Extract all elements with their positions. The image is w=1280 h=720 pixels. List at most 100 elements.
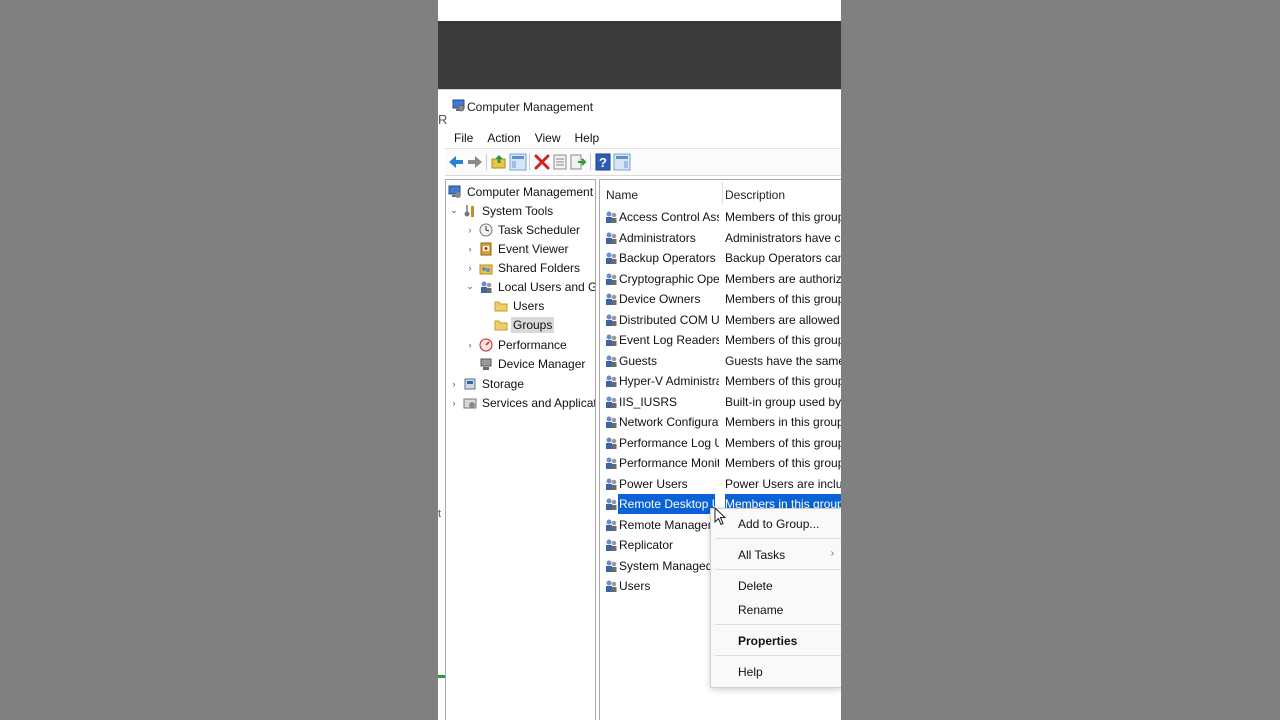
table-row[interactable]: Device Owners Members of this group can [600,289,841,309]
menu-view[interactable]: View [528,128,568,148]
tree-item-system-tools[interactable]: ⌄ System Tools [448,201,555,220]
toolbar-separator [486,154,487,170]
forward-arrow-icon[interactable] [466,153,484,171]
group-name: Users [619,579,651,593]
table-row[interactable]: Hyper-V Administrators Members of this gr… [600,371,841,391]
table-row[interactable]: Cryptographic Operat... Members are autho… [600,269,841,289]
properties-icon[interactable] [551,153,569,171]
table-row[interactable]: Network Configuratio... Members in this g… [600,412,841,432]
column-header-description[interactable]: Description [725,185,785,205]
tree-item-services-and-applications[interactable]: › Services and Applications [448,393,596,412]
action-pane-icon[interactable] [613,153,631,171]
chevron-right-icon[interactable]: › [464,263,476,273]
computer-management-icon [452,99,465,112]
menu-item-delete[interactable]: Delete [738,577,773,595]
tree-label: Local Users and Groups [498,279,595,294]
menu-separator [715,655,841,656]
group-description: Guests have the same acces [725,353,841,368]
chevron-down-icon[interactable]: ⌄ [464,281,476,292]
group-name: Device Owners [619,292,701,306]
chevron-right-icon[interactable]: › [448,379,460,389]
menu-item-help[interactable]: Help [738,663,763,681]
group-name: Distributed COM Users [619,312,719,327]
chevron-right-icon[interactable]: › [464,340,476,350]
chevron-right-icon[interactable]: › [464,225,476,235]
chevron-down-icon[interactable]: ⌄ [448,205,460,216]
group-description: Members of this group can [725,333,841,347]
table-row[interactable]: Administrators Administrators have comple [600,228,841,248]
table-row[interactable]: IIS_IUSRS Built-in group used by Inter [600,392,841,412]
shared-folder-icon [479,264,493,274]
tree-label: Users [513,298,545,313]
menu-help[interactable]: Help [568,128,607,148]
menu-action[interactable]: Action [480,128,527,148]
chevron-right-icon[interactable]: › [448,398,460,408]
title-bar[interactable]: Computer Management [438,90,841,126]
back-arrow-icon[interactable] [447,153,465,171]
table-row[interactable]: Performance Log Users Members of this gro… [600,433,841,453]
chevron-right-icon: › [830,548,834,559]
tree-label: Performance [498,337,567,352]
window-title: Computer Management [467,100,594,114]
group-description: Power Users are included fo [725,476,841,491]
column-divider[interactable] [722,182,723,204]
group-name: Performance Log Users [619,435,719,450]
menu-item-properties[interactable]: Properties [738,632,797,650]
group-description: Members of this group have [725,374,841,388]
table-row[interactable]: Backup Operators Backup Operators can ove… [600,248,841,268]
table-row[interactable]: Distributed COM Users Members are allowed… [600,310,841,330]
tree-item-event-viewer[interactable]: › Event Viewer [464,239,570,258]
event-viewer-icon [480,242,492,255]
tree-item-device-manager[interactable]: Device Manager [479,354,587,373]
chevron-right-icon[interactable]: › [464,244,476,254]
tree-item-groups[interactable]: Groups [494,315,555,334]
delete-icon[interactable] [533,153,551,171]
toolbar-separator [590,154,591,170]
group-name: Hyper-V Administrators [619,374,719,388]
group-icon [606,580,617,592]
tree-item-shared-folders[interactable]: › Shared Folders [464,258,582,277]
tree-item-local-users-and-groups[interactable]: ⌄ Local Users and Groups [464,277,595,296]
services-icon [463,398,477,408]
group-icon [606,416,617,428]
group-icon [606,478,617,490]
tree-item-storage[interactable]: › Storage [448,374,526,393]
group-name: IIS_IUSRS [619,394,678,409]
dark-band [438,21,841,89]
tree-item-computer-management[interactable]: Computer Management (PC-WI [448,182,595,201]
tree-item-task-scheduler[interactable]: › Task Scheduler [464,220,582,239]
group-icon [606,334,617,346]
group-description: Members are authorized to [725,271,841,286]
menu-item-add-to-group[interactable]: Add to Group... [738,515,819,533]
menu-item-rename[interactable]: Rename [738,601,783,619]
table-row[interactable]: Event Log Readers Members of this group c… [600,330,841,350]
column-header-name[interactable]: Name [606,185,638,205]
menu-item-all-tasks[interactable]: All Tasks [738,546,785,564]
table-row[interactable]: Power Users Power Users are included fo [600,474,841,494]
group-icon [606,314,617,326]
export-list-icon[interactable] [569,153,587,171]
group-name: Access Control Assista... [619,210,719,224]
table-row[interactable]: Performance Monitor ... Members of this g… [600,453,841,473]
system-tools-icon [464,204,474,217]
up-folder-icon[interactable] [490,153,508,171]
performance-icon [479,338,493,351]
group-description: Members of this group can [725,292,841,306]
table-row[interactable]: Guests Guests have the same acces [600,351,841,371]
mouse-cursor-icon [714,507,727,526]
table-row[interactable]: Access Control Assista... Members of this… [600,207,841,227]
help-icon[interactable]: ? [594,153,612,171]
device-manager-icon [480,358,492,370]
show-hide-console-tree-icon[interactable] [509,153,527,171]
group-icon [606,293,617,305]
menu-file[interactable]: File [446,128,480,148]
tree-label: Computer Management (PC-WI [467,184,595,199]
tree-item-users[interactable]: Users [494,296,546,315]
top-strip [438,0,841,21]
computer-management-icon [448,185,461,198]
tree-item-performance[interactable]: › Performance [464,335,569,354]
menu-separator [715,538,841,539]
group-description: Members of this group can [725,210,841,224]
console-tree[interactable]: Computer Management (PC-WI ⌄ System Tool… [445,179,596,720]
menu-separator [715,569,841,570]
